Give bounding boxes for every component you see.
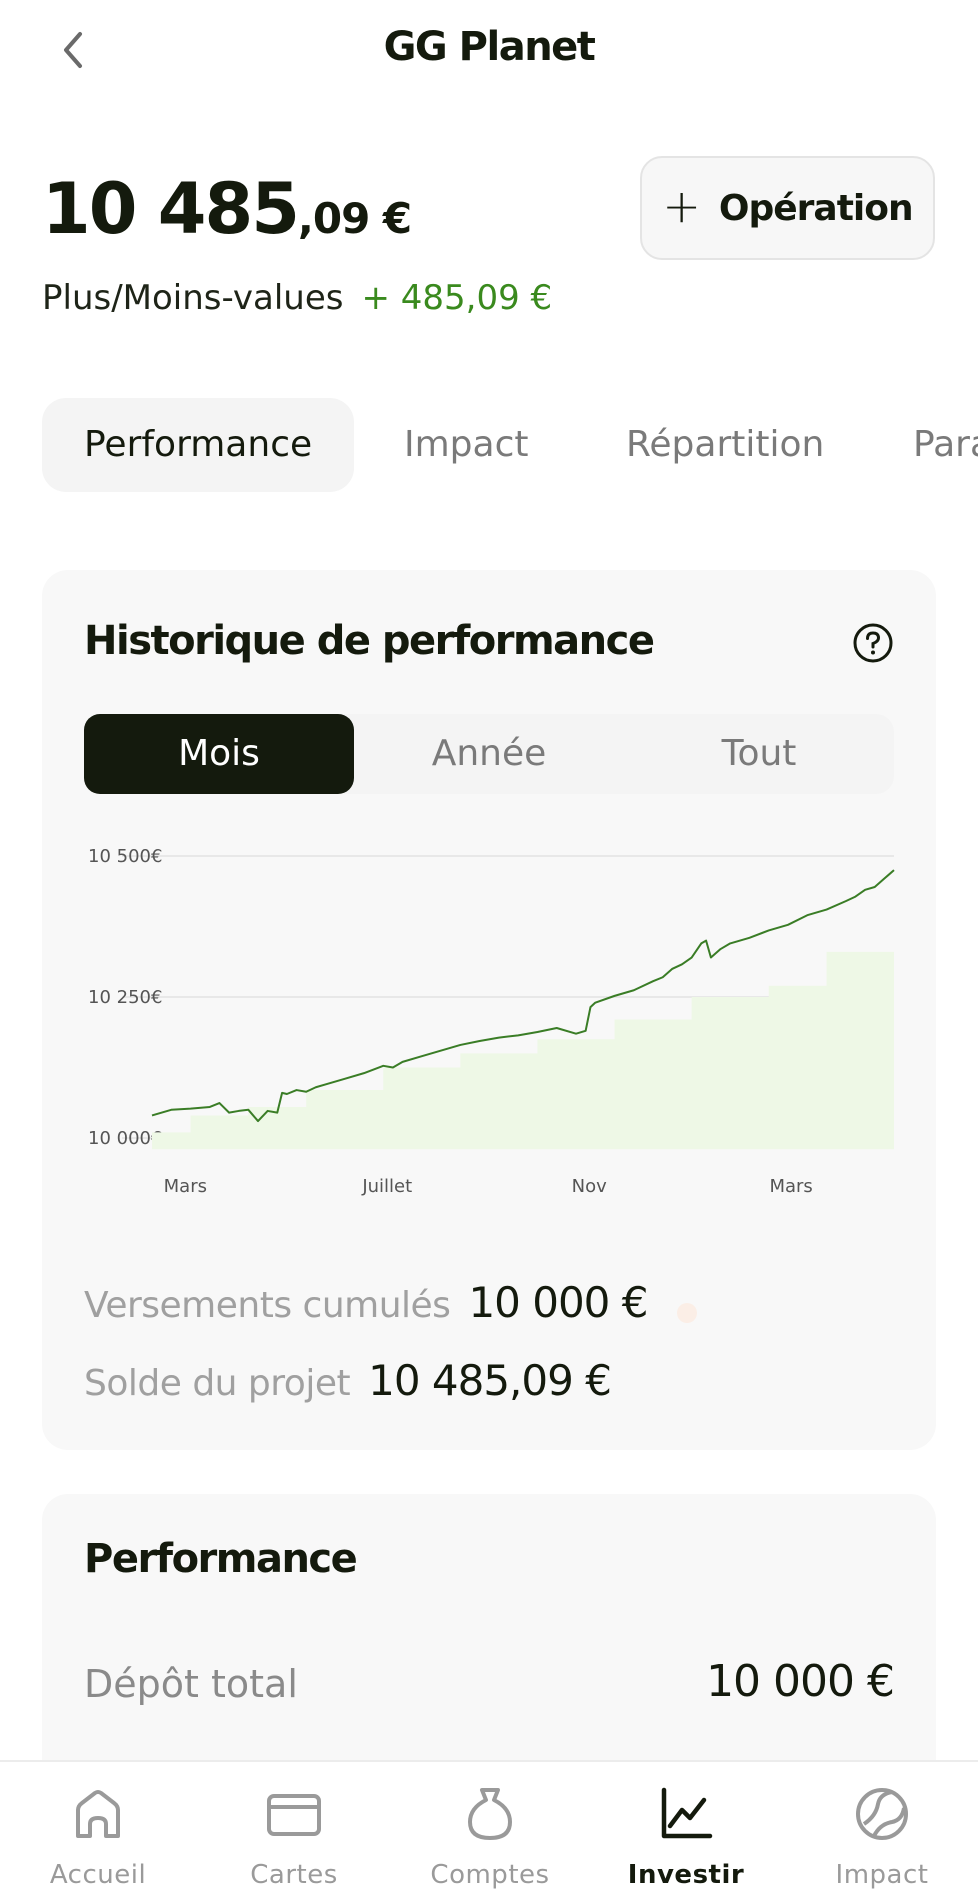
performance-history-card: Historique de performance Mois Année Tou…	[42, 570, 936, 1450]
nav-label-accueil: Accueil	[49, 1860, 147, 1890]
app-header: GG Planet	[0, 0, 978, 100]
chart-line-icon	[661, 1787, 713, 1839]
balance-amount: 10 485,09 €	[42, 168, 412, 250]
page-title: GG Planet	[383, 24, 596, 70]
y-tick-label: 10 500€	[88, 846, 162, 867]
deposits-row: Versements cumulés 10 000 €	[84, 1278, 698, 1327]
tab-performance[interactable]: Performance	[42, 398, 355, 492]
tab-parametres[interactable]: Paramètres	[913, 398, 978, 492]
x-tick-label: Mars	[769, 1176, 812, 1197]
deposits-value: 10 000 €	[468, 1278, 648, 1327]
globe-icon	[856, 1788, 908, 1840]
period-month[interactable]: Mois	[84, 714, 354, 794]
x-tick-label: Juillet	[361, 1176, 412, 1197]
money-bag-icon	[468, 1788, 512, 1840]
gains-label: Plus/Moins-values	[42, 278, 344, 318]
plus-icon: +	[662, 179, 701, 233]
gains-value: + 485,09 €	[361, 278, 553, 318]
x-tick-label: Mars	[164, 1176, 207, 1197]
nav-label-cartes: Cartes	[250, 1860, 338, 1890]
performance-chart: 10 000€ 10 250€ 10 500€ Mars Juillet Nov Mars	[88, 846, 895, 1197]
period-selector: Mois Année Tout	[84, 714, 894, 794]
nav-accueil[interactable]: Accueil	[0, 1762, 196, 1904]
nav-cartes[interactable]: Cartes	[196, 1762, 392, 1904]
project-balance-value: 10 485,09 €	[368, 1356, 612, 1405]
card-icon	[267, 1794, 321, 1836]
nav-label-comptes: Comptes	[430, 1860, 550, 1890]
deposits-label: Versements cumulés	[84, 1285, 451, 1326]
total-deposit-value: 10 000 €	[706, 1656, 895, 1707]
project-balance-label: Solde du projet	[84, 1363, 351, 1404]
total-deposit-label: Dépôt total	[84, 1662, 298, 1706]
project-balance-row: Solde du projet 10 485,09 €	[84, 1356, 612, 1405]
y-tick-label: 10 000€	[88, 1128, 162, 1149]
tab-impact[interactable]: Impact	[404, 398, 529, 492]
balance-decimals: ,09 €	[297, 194, 412, 243]
home-icon	[76, 1790, 120, 1838]
nav-label-impact: Impact	[835, 1860, 929, 1890]
question-circle-icon[interactable]	[852, 622, 894, 664]
operation-label: Opération	[718, 187, 914, 229]
gains-row: Plus/Moins-values + 485,09 €	[42, 278, 552, 318]
x-tick-label: Nov	[572, 1176, 607, 1197]
balance-integer: 10 485	[42, 168, 300, 250]
period-year[interactable]: Année	[354, 714, 624, 794]
period-all[interactable]: Tout	[624, 714, 894, 794]
operation-button[interactable]: + Opération	[640, 156, 935, 260]
performance-title: Performance	[84, 1536, 358, 1582]
deposits-legend-dot	[677, 1302, 698, 1323]
bottom-navigation: Accueil Cartes Comptes Investir Impact	[0, 1760, 978, 1904]
y-tick-label: 10 250€	[88, 987, 162, 1008]
nav-impact[interactable]: Impact	[784, 1762, 978, 1904]
nav-comptes[interactable]: Comptes	[392, 1762, 588, 1904]
section-tabs: Performance Impact Répartition Paramètre…	[42, 398, 978, 492]
nav-label-investir: Investir	[627, 1860, 745, 1890]
tab-repartition[interactable]: Répartition	[626, 398, 824, 492]
deposits-area	[152, 884, 894, 1150]
history-title: Historique de performance	[84, 618, 655, 664]
nav-investir[interactable]: Investir	[588, 1762, 784, 1904]
